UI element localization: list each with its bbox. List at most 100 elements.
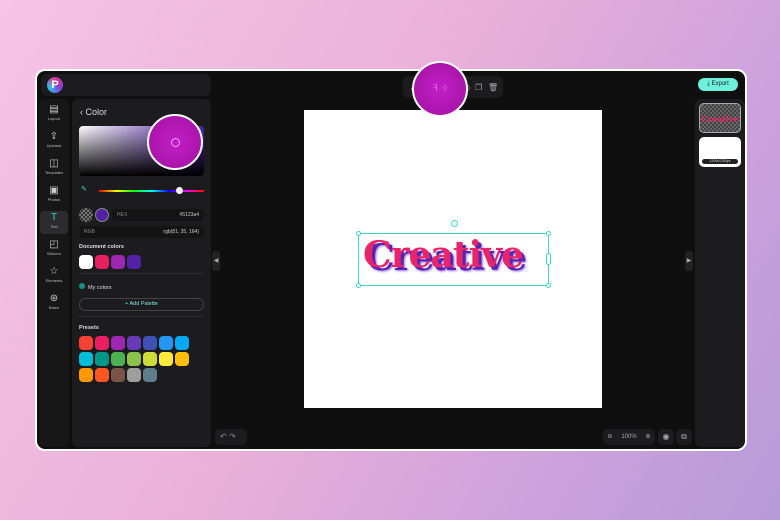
zoom-value: 100% [621, 434, 637, 440]
preset-color-swatch[interactable] [111, 336, 125, 350]
eyedropper-icon[interactable]: ✎ [81, 185, 87, 193]
sidebar-item-label: Elements [45, 278, 63, 283]
preset-color-swatch[interactable] [175, 336, 189, 350]
preset-color-swatch[interactable] [95, 368, 109, 382]
resize-handle[interactable] [546, 283, 551, 288]
preset-color-swatch[interactable] [159, 336, 173, 350]
sidebar-item-uploads[interactable]: ⇪ Uploads [40, 130, 68, 153]
document-color-swatch[interactable] [111, 255, 125, 269]
layers-icon: ⧉ [681, 432, 687, 441]
sidebar-item-batch[interactable]: ⊛ Batch [40, 292, 68, 315]
document-color-swatch[interactable] [127, 255, 141, 269]
pages-panel: Creative 1200x1200px [695, 99, 745, 447]
preset-color-swatch[interactable] [127, 368, 141, 382]
preset-color-swatch[interactable] [79, 352, 93, 366]
collapse-panel-handle[interactable]: ◀ [212, 251, 220, 271]
collapse-right-handle[interactable]: ▶ [685, 251, 693, 271]
hue-slider[interactable] [99, 187, 204, 194]
width-handle[interactable] [546, 253, 551, 265]
zoom-control: ⊖ 100% ⊕ [603, 429, 655, 445]
sidebar-item-templates[interactable]: ◫ Templates [40, 157, 68, 180]
sidebar-item-text[interactable]: T Text [40, 211, 68, 234]
sidebar-rail: ▤ Layout ⇪ Uploads ◫ Templates ▣ Photos T Text ◰ St… [39, 99, 69, 447]
divider [79, 273, 204, 274]
rgb-field[interactable]: RGB rgb(81, 35, 164) [79, 226, 204, 238]
resize-handle[interactable] [356, 283, 361, 288]
top-bar: P [41, 74, 211, 96]
preview-button[interactable]: ◉ [658, 429, 674, 445]
magnifier-highlight [147, 114, 203, 170]
delete-icon[interactable]: 🗑 [488, 83, 498, 92]
preset-color-swatch[interactable] [143, 368, 157, 382]
resize-handle[interactable] [546, 231, 551, 236]
preset-color-swatch[interactable] [95, 336, 109, 350]
sidebar-item-label: Uploads [46, 143, 62, 148]
panel-header: ‹ Color [80, 107, 107, 117]
presets-grid [79, 336, 189, 382]
page-thumbnail-2[interactable]: 1200x1200px [699, 137, 741, 167]
layers-button[interactable]: ⧉ [676, 429, 692, 445]
sidebar-item-label: Stickers [46, 251, 62, 256]
preset-color-swatch[interactable] [127, 336, 141, 350]
eye-icon: ◉ [662, 432, 670, 441]
sidebar-item-label: Text [50, 224, 58, 229]
preset-color-swatch[interactable] [143, 336, 157, 350]
export-button[interactable]: ⤓ Export [698, 78, 738, 91]
panel-title: Color [85, 107, 108, 117]
undo-icon[interactable]: ↶ [220, 432, 227, 441]
divider [79, 316, 204, 317]
presets-label: Presets [79, 325, 99, 331]
artboard[interactable]: Creative [304, 110, 602, 408]
sidebar-item-label: Photos [47, 197, 61, 202]
preset-color-swatch[interactable] [175, 352, 189, 366]
canvas-text[interactable]: Creative [363, 234, 524, 276]
current-color-swatch[interactable] [95, 208, 109, 222]
page-size-badge: 1200x1200px [702, 159, 738, 164]
sidebar-item-stickers[interactable]: ◰ Stickers [40, 238, 68, 261]
preset-color-swatch[interactable] [111, 352, 125, 366]
add-palette-button[interactable]: + Add Palette [79, 298, 204, 311]
preset-color-swatch[interactable] [95, 352, 109, 366]
transparent-swatch[interactable] [79, 208, 93, 222]
preset-color-swatch[interactable] [111, 368, 125, 382]
templates-icon: ◫ [49, 158, 59, 169]
toggle-icon[interactable] [79, 283, 85, 289]
preset-color-swatch[interactable] [127, 352, 141, 366]
undo-redo: ↶ ↷ [215, 429, 247, 445]
stickers-icon: ◰ [49, 239, 59, 250]
rgb-value: rgb(81, 35, 164) [163, 229, 199, 235]
upload-icon: ⇪ [49, 131, 59, 142]
document-color-swatch[interactable] [79, 255, 93, 269]
rotate-handle[interactable] [451, 220, 458, 227]
resize-handle[interactable] [356, 231, 361, 236]
text-selection[interactable]: Creative [356, 220, 551, 288]
zoom-out-icon[interactable]: ⊖ [607, 429, 612, 445]
preset-color-swatch[interactable] [159, 352, 173, 366]
zoom-in-icon[interactable]: ⊕ [646, 429, 651, 445]
magnifier-highlight: ꟻ ◊ [412, 61, 468, 117]
sidebar-item-photos[interactable]: ▣ Photos [40, 184, 68, 207]
hue-slider-knob[interactable] [175, 187, 183, 194]
sidebar-item-label: Layout [47, 116, 60, 121]
duplicate-icon[interactable]: ❐ [475, 83, 482, 92]
preset-color-swatch[interactable] [143, 352, 157, 366]
hex-field[interactable]: HEX #5123a4 [112, 209, 204, 221]
page-thumbnail-1[interactable]: Creative [699, 103, 741, 133]
app-logo[interactable]: P [47, 77, 63, 93]
preset-color-swatch[interactable] [79, 336, 93, 350]
sidebar-item-label: Batch [48, 305, 60, 310]
rgb-label: RGB [84, 229, 95, 235]
redo-icon[interactable]: ↷ [229, 432, 236, 441]
text-icon: T [50, 212, 58, 223]
photos-icon: ▣ [49, 185, 59, 196]
document-color-swatch[interactable] [95, 255, 109, 269]
app-window: P ▤ Layout ⇪ Uploads ◫ Templates ▣ Photos T Text ◰… [35, 69, 747, 451]
star-icon: ☆ [49, 266, 59, 277]
sidebar-item-elements[interactable]: ☆ Elements [40, 265, 68, 288]
sidebar-item-layout[interactable]: ▤ Layout [40, 103, 68, 126]
my-colors-row[interactable]: My colors [79, 283, 112, 291]
hex-label: HEX [117, 212, 128, 218]
preset-color-swatch[interactable] [79, 368, 93, 382]
sidebar-item-label: Templates [44, 170, 64, 175]
thumbnail-text: Creative [701, 114, 739, 124]
